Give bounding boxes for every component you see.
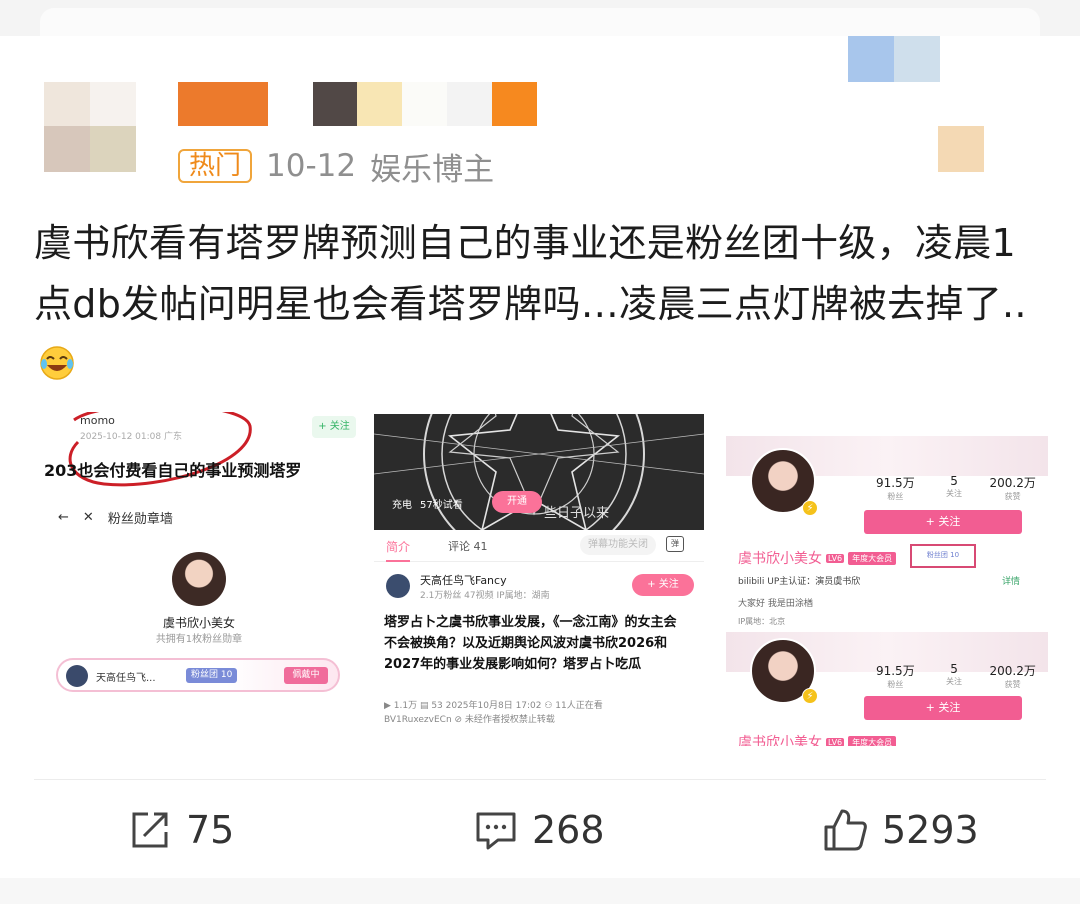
profile-name: 虞书欣小美女 <box>162 616 235 630</box>
post-image-1[interactable]: momo 2025-10-12 01:08 广东 + 关注 203也会付费看自己… <box>34 412 364 744</box>
fans-label: 粉丝 <box>887 492 904 501</box>
profile-follow-button-top: + 关注 <box>864 510 1022 534</box>
level-badge: LV6 <box>826 553 845 563</box>
profile-stats-bottom: 91.5万粉丝 5 关注 200.2万获赞 <box>866 662 1042 690</box>
danmu-icon: 弹 <box>666 536 684 552</box>
momo-date: 2025-10-12 01:08 广东 <box>80 432 182 442</box>
fans-count-2: 91.5万 <box>875 664 915 678</box>
share-button[interactable]: 75 <box>128 800 234 860</box>
likes-count: 200.2万 <box>989 476 1036 490</box>
video-overlay-text: 些日子以来 <box>544 506 610 521</box>
fan-medal-row: 天高任鸟飞... 粉丝团 10 佩戴中 <box>56 658 340 692</box>
profile-avatar <box>172 552 226 606</box>
certification-text: bilibili UP主认证：演员虞书欣 <box>738 577 861 587</box>
like-count: 5293 <box>882 808 979 852</box>
level-badge-2: LV6 <box>826 737 845 746</box>
video-bv-id: BV1RuxezvECn ⊘ 未经作者授权禁止转载 <box>384 715 555 725</box>
following-label: 关注 <box>946 489 962 498</box>
blurred-top-right-badge <box>848 36 940 82</box>
comment-icon <box>476 812 516 850</box>
post-image-2[interactable]: 充电 57秒试看 开通 些日子以来 简介 评论 41 弹幕功能关闭 弹 天高任鸟… <box>374 414 704 744</box>
fan-group-highlight: 粉丝团 10 <box>910 544 976 568</box>
laughing-tears-emoji-icon <box>40 346 74 380</box>
vip-badge-2: 年度大会员 <box>848 735 897 746</box>
uploader-follow-button: + 关注 <box>632 574 694 596</box>
likes-label-2: 获赞 <box>1004 680 1021 689</box>
charge-label: 充电 <box>392 500 412 511</box>
uploader-avatar <box>386 574 410 598</box>
fans-label-2: 粉丝 <box>887 680 904 689</box>
post-image-3[interactable]: ⚡ 91.5万 粉丝 5 关注 200.2万 获赞 + 关注 虞书欣小美女 LV6 年… <box>726 436 1048 746</box>
back-arrow-icon: ← <box>58 510 69 525</box>
card-separator <box>0 878 1080 904</box>
share-icon <box>132 812 168 848</box>
comment-button[interactable]: 268 <box>474 800 605 860</box>
likes-label: 获赞 <box>1004 492 1021 501</box>
likes-count-2: 200.2万 <box>989 664 1036 678</box>
momo-follow-button: + 关注 <box>312 416 356 438</box>
previous-card-edge <box>0 0 1080 36</box>
momo-headline: 203也会付费看自己的事业预测塔罗 <box>44 461 302 480</box>
post-body: 虞书欣看有塔罗牌预测自己的事业还是粉丝团十级，凌晨1点db发帖问明星也会看塔罗牌… <box>34 221 1027 326</box>
tarot-wheel-graphic <box>374 414 704 565</box>
post-date: 10-12 <box>266 148 357 184</box>
video-player: 充电 57秒试看 开通 些日子以来 <box>374 414 704 565</box>
action-bar: 75 268 5293 <box>0 800 1080 860</box>
fan-name: 天高任鸟飞... <box>96 673 156 684</box>
author-role: 娱乐博主 <box>370 151 495 188</box>
detail-link: 详情 <box>1002 577 1021 587</box>
hot-badge: 热门 <box>178 149 253 183</box>
video-tabs: 简介 评论 41 弹幕功能关闭 弹 <box>374 530 704 562</box>
danmu-input: 弹幕功能关闭 <box>580 535 656 555</box>
comment-count: 268 <box>532 808 605 852</box>
medal-wall-nav: ← ✕ 粉丝勋章墙 <box>58 508 173 527</box>
profile-follow-button-bottom: + 关注 <box>864 696 1022 720</box>
post-meta: 热门 10-12 娱乐博主 <box>178 148 494 188</box>
tab-comments: 评论 41 <box>448 540 488 553</box>
medal-wall-title: 粉丝勋章墙 <box>107 512 173 527</box>
following-count: 5 <box>950 474 958 488</box>
profile-name-2: 虞书欣小美女 <box>738 735 822 746</box>
uploader-stats: 2.1万粉丝 47视频 IP属地：湖南 <box>420 591 550 601</box>
trial-label: 57秒试看 <box>420 500 463 511</box>
wearing-badge: 佩戴中 <box>284 667 328 684</box>
fan-avatar <box>66 665 88 687</box>
tab-intro: 简介 <box>386 540 411 562</box>
uploader-name: 天高任鸟飞Fancy <box>420 574 507 587</box>
profile-medal-count: 共拥有1枚粉丝勋章 <box>155 634 243 645</box>
red-circle-annotation <box>68 412 252 487</box>
profile-stats-top: 91.5万粉丝 5 关注 200.2万获赞 <box>866 474 1042 502</box>
following-label-2: 关注 <box>946 677 962 686</box>
thumbs-up-icon <box>824 809 867 851</box>
following-count-2: 5 <box>950 662 958 676</box>
post-text: 虞书欣看有塔罗牌预测自己的事业还是粉丝团十级，凌晨1点db发帖问明星也会看塔罗牌… <box>34 213 1049 396</box>
actions-divider <box>34 779 1046 780</box>
blurred-avatar[interactable] <box>44 82 136 172</box>
ip-location: IP属地：北京 <box>738 617 786 626</box>
open-button: 开通 <box>492 491 542 513</box>
profile-bio: 大家好 我是田涂楢 <box>738 599 813 609</box>
close-icon: ✕ <box>82 510 94 525</box>
profile-name-row-2: 虞书欣小美女 LV6 年度大会员 <box>738 732 897 746</box>
verified-badge-icon: ⚡ <box>802 500 818 516</box>
video-stats: ▶ 1.1万 ▤ 53 2025年10月8日 17:02 ⚇ 11人正在看 <box>384 701 603 711</box>
profile-name: 虞书欣小美女 <box>738 551 822 567</box>
fan-level-badge: 粉丝团 10 <box>186 668 238 683</box>
blurred-username[interactable] <box>178 82 538 126</box>
verified-badge-icon-2: ⚡ <box>802 688 818 704</box>
video-title: 塔罗占卜之虞书欣事业发展，《一念江南》的女主会不会被换角？以及近期舆论风波对虞书… <box>384 615 677 672</box>
weibo-post-page: 热门 10-12 娱乐博主 虞书欣看有塔罗牌预测自己的事业还是粉丝团十级，凌晨1… <box>0 0 1080 904</box>
blurred-right-tile <box>938 126 984 172</box>
like-button[interactable]: 5293 <box>822 800 979 860</box>
share-count: 75 <box>186 808 235 852</box>
profile-name-row: 虞书欣小美女 LV6 年度大会员 <box>738 548 897 568</box>
momo-username: momo <box>80 414 115 427</box>
vip-badge: 年度大会员 <box>848 551 897 565</box>
charge-row: 充电 57秒试看 <box>392 496 463 511</box>
fans-count: 91.5万 <box>875 476 915 490</box>
